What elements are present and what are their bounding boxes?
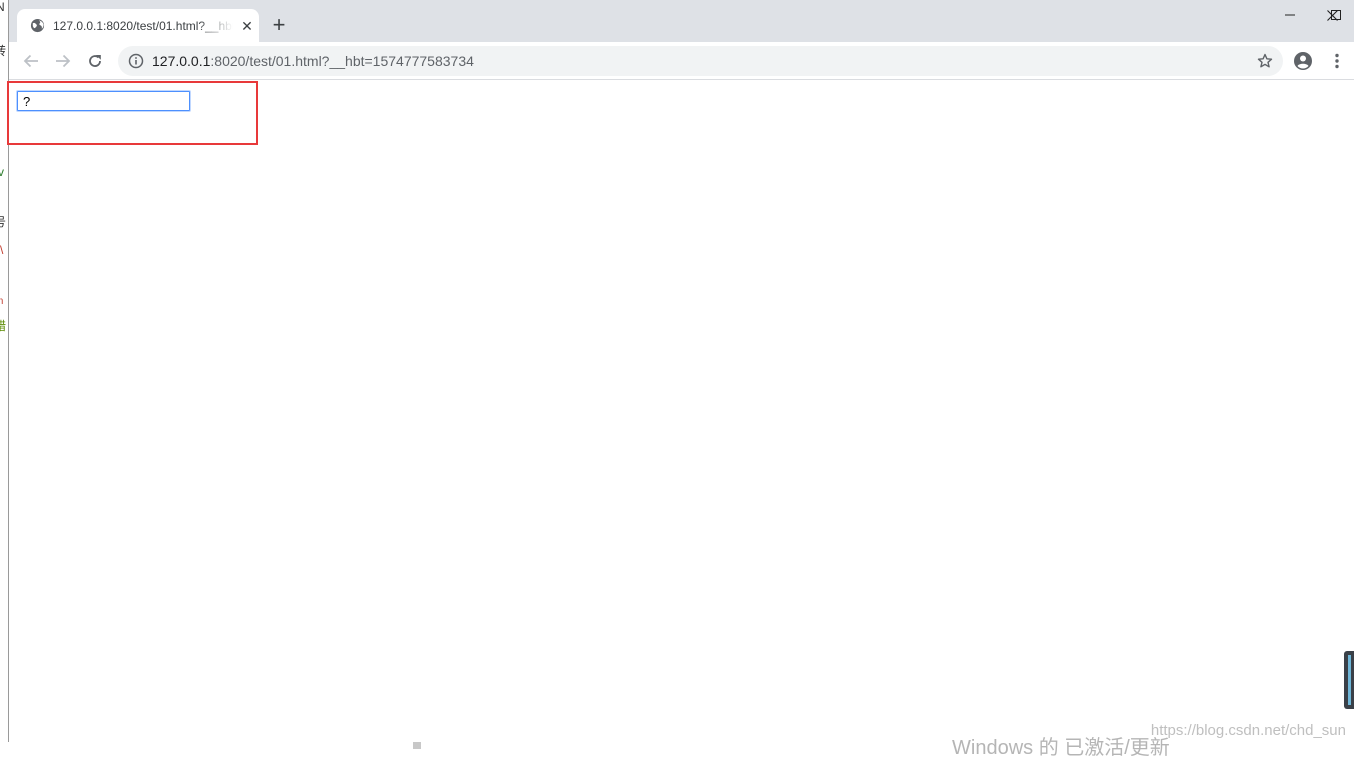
background-fragment: N (0, 0, 5, 14)
window-close-button[interactable] (1309, 0, 1354, 30)
back-button[interactable] (19, 49, 43, 73)
tab-close-icon[interactable]: ✕ (239, 18, 255, 34)
background-fragment: v (0, 165, 4, 179)
background-fragment: 号 (0, 215, 6, 229)
active-tab[interactable]: 127.0.0.1:8020/test/01.html?__hbt=157477… (17, 9, 259, 42)
window-divider (413, 742, 421, 749)
url-text: 127.0.0.1:8020/test/01.html?__hbt=157477… (152, 53, 474, 69)
watermark: https://blog.csdn.net/chd_sun (1151, 722, 1346, 739)
background-fragment: 转 (0, 44, 6, 58)
browser-window: 127.0.0.1:8020/test/01.html?__hbt=157477… (8, 0, 1354, 742)
account-icon[interactable] (1293, 51, 1313, 71)
background-fragment: m (0, 295, 3, 309)
close-icon (1327, 10, 1338, 21)
url-host: 127.0.0.1 (152, 53, 210, 69)
tab-title: 127.0.0.1:8020/test/01.html?__hbt=157477… (53, 17, 233, 35)
tab-strip: 127.0.0.1:8020/test/01.html?__hbt=157477… (9, 0, 1354, 42)
minimize-icon (1285, 10, 1295, 20)
background-fragment: \ (0, 243, 3, 257)
star-icon[interactable] (1257, 53, 1273, 69)
page-viewport (9, 80, 1354, 742)
info-icon[interactable] (128, 53, 144, 69)
browser-toolbar: 127.0.0.1:8020/test/01.html?__hbt=157477… (9, 42, 1354, 80)
url-path: :8020/test/01.html?__hbt=1574777583734 (210, 53, 474, 69)
minimize-button[interactable] (1267, 0, 1313, 30)
side-scroll-widget[interactable] (1344, 651, 1354, 709)
reload-button[interactable] (83, 49, 107, 73)
forward-button[interactable] (51, 49, 75, 73)
new-tab-button[interactable]: + (267, 14, 291, 38)
globe-icon (30, 18, 45, 33)
scroll-widget-bar (1348, 655, 1351, 705)
more-vert-icon[interactable] (1327, 51, 1347, 71)
arrow-right-icon (55, 53, 71, 69)
annotation-highlight-box (7, 81, 258, 145)
arrow-left-icon (23, 53, 39, 69)
windows-activation-text: Windows 的 已激活/更新 (952, 736, 1170, 760)
address-bar[interactable]: 127.0.0.1:8020/test/01.html?__hbt=157477… (118, 46, 1283, 76)
background-fragment: 错 (0, 319, 6, 333)
reload-icon (87, 53, 103, 69)
